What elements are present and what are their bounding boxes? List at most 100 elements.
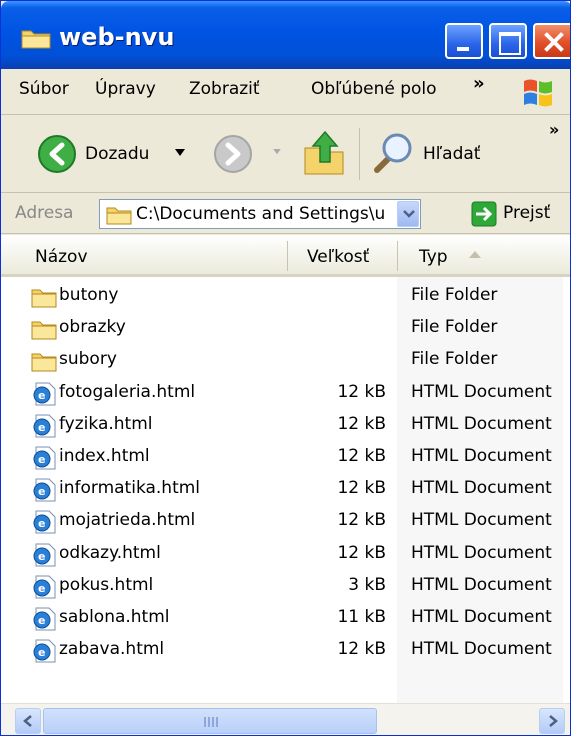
file-row[interactable]: butony File Folder [1, 281, 570, 313]
html-file-icon: e [31, 543, 57, 567]
address-bar: Adresa C:\Documents and Settings\u Prejs… [1, 194, 570, 234]
windows-logo-icon [524, 79, 552, 107]
file-row[interactable]: e mojatrieda.html 12 kB HTML Document [1, 506, 570, 538]
file-row[interactable]: e fyzika.html 12 kB HTML Document [1, 410, 570, 442]
back-arrow-icon[interactable] [37, 134, 77, 174]
menu-favorites[interactable]: Obľúbené polo [311, 79, 437, 99]
file-row[interactable]: e informatika.html 12 kB HTML Document [1, 474, 570, 506]
file-name: fyzika.html [59, 413, 153, 434]
search-button[interactable]: Hľadať [423, 144, 480, 164]
file-row[interactable]: e index.html 12 kB HTML Document [1, 442, 570, 474]
scroll-left-button[interactable] [15, 708, 41, 734]
file-size: 12 kB [337, 413, 386, 434]
svg-text:e: e [38, 389, 45, 402]
file-name: subory [59, 349, 117, 370]
menu-overflow-chevron[interactable]: » [473, 73, 485, 94]
column-divider[interactable] [287, 241, 288, 271]
column-header-name[interactable]: Názov [35, 247, 88, 267]
file-type: HTML Document [411, 574, 552, 595]
file-name: fotogaleria.html [59, 381, 196, 402]
file-name: zabava.html [59, 639, 165, 660]
svg-text:e: e [38, 485, 45, 498]
column-divider[interactable] [397, 241, 398, 271]
html-file-icon: e [31, 446, 57, 470]
file-size: 12 kB [337, 478, 386, 499]
file-type: HTML Document [411, 478, 552, 499]
address-dropdown-button[interactable] [397, 201, 419, 227]
html-file-icon: e [31, 414, 57, 438]
maximize-button[interactable] [489, 23, 527, 59]
file-row[interactable]: e odkazy.html 12 kB HTML Document [1, 539, 570, 571]
file-name: butony [59, 285, 119, 305]
file-type: HTML Document [411, 510, 552, 531]
file-size: 12 kB [337, 446, 386, 466]
file-type: HTML Document [411, 413, 552, 434]
folder-up-icon[interactable] [301, 128, 347, 178]
sort-ascending-icon [469, 251, 481, 258]
menu-file[interactable]: Súbor [19, 79, 69, 99]
chevron-left-icon [23, 715, 32, 727]
chevron-down-icon [403, 210, 415, 218]
svg-text:e: e [38, 582, 45, 595]
html-file-icon: e [31, 575, 57, 599]
file-type: HTML Document [411, 381, 552, 402]
close-button[interactable] [533, 23, 570, 59]
file-type: File Folder [411, 349, 498, 370]
title-bar[interactable]: web-nvu [1, 1, 570, 69]
scroll-thumb[interactable] [43, 708, 377, 734]
window-title: web-nvu [59, 23, 175, 51]
svg-text:e: e [38, 550, 45, 563]
file-row[interactable]: e pokus.html 3 kB HTML Document [1, 571, 570, 603]
file-size: 12 kB [337, 381, 386, 402]
address-input[interactable]: C:\Documents and Settings\u [99, 199, 421, 229]
forward-dropdown-icon[interactable] [273, 149, 281, 155]
file-name: pokus.html [59, 574, 154, 595]
menu-view[interactable]: Zobraziť [189, 79, 260, 99]
file-size: 12 kB [337, 510, 386, 531]
html-file-icon: e [31, 510, 57, 534]
file-name: informatika.html [59, 478, 201, 499]
standard-toolbar: Dozadu Hľadať » [1, 116, 570, 193]
scroll-grip [204, 717, 218, 727]
forward-arrow-icon[interactable] [213, 134, 253, 174]
file-name: odkazy.html [59, 542, 161, 563]
folder-icon [106, 207, 132, 225]
file-row[interactable]: subory File Folder [1, 345, 570, 377]
file-row[interactable]: e sablona.html 11 kB HTML Document [1, 603, 570, 635]
back-button[interactable]: Dozadu [85, 144, 149, 164]
scroll-right-button[interactable] [539, 708, 565, 734]
file-row[interactable]: e zabava.html 12 kB HTML Document [1, 635, 570, 667]
file-name: obrazky [59, 317, 126, 338]
column-header-row: Názov Veľkosť Typ [1, 235, 570, 277]
search-icon[interactable] [369, 130, 415, 176]
column-header-size[interactable]: Veľkosť [307, 247, 369, 267]
svg-text:e: e [38, 517, 45, 530]
file-row[interactable]: obrazky File Folder [1, 313, 570, 345]
go-button[interactable]: Prejsť [503, 203, 550, 223]
back-dropdown-icon[interactable] [175, 149, 185, 157]
column-header-type[interactable]: Typ [419, 247, 448, 267]
horizontal-scrollbar[interactable] [1, 703, 570, 735]
toolbar-separator [359, 128, 360, 180]
file-name: sablona.html [59, 607, 170, 627]
address-value: C:\Documents and Settings\u [136, 204, 386, 224]
svg-text:e: e [38, 646, 45, 659]
file-type: HTML Document [411, 542, 552, 563]
svg-text:e: e [38, 453, 45, 466]
file-row[interactable]: e fotogaleria.html 12 kB HTML Document [1, 378, 570, 410]
html-file-icon: e [31, 639, 57, 663]
file-name: index.html [59, 446, 150, 466]
svg-text:e: e [38, 421, 45, 434]
toolbar-overflow-chevron[interactable]: » [549, 120, 559, 139]
file-type: HTML Document [411, 446, 552, 466]
html-file-icon: e [31, 607, 57, 631]
explorer-window: web-nvu Súbor Úpravy Zobraziť Obľúbené p… [0, 0, 571, 736]
go-arrow-icon[interactable] [471, 201, 497, 227]
file-type: File Folder [411, 285, 498, 305]
svg-text:e: e [38, 614, 45, 627]
file-size: 3 kB [348, 574, 386, 595]
minimize-button[interactable] [445, 23, 483, 59]
menu-edit[interactable]: Úpravy [95, 79, 156, 99]
folder-icon [31, 317, 57, 341]
address-label: Adresa [15, 203, 74, 223]
